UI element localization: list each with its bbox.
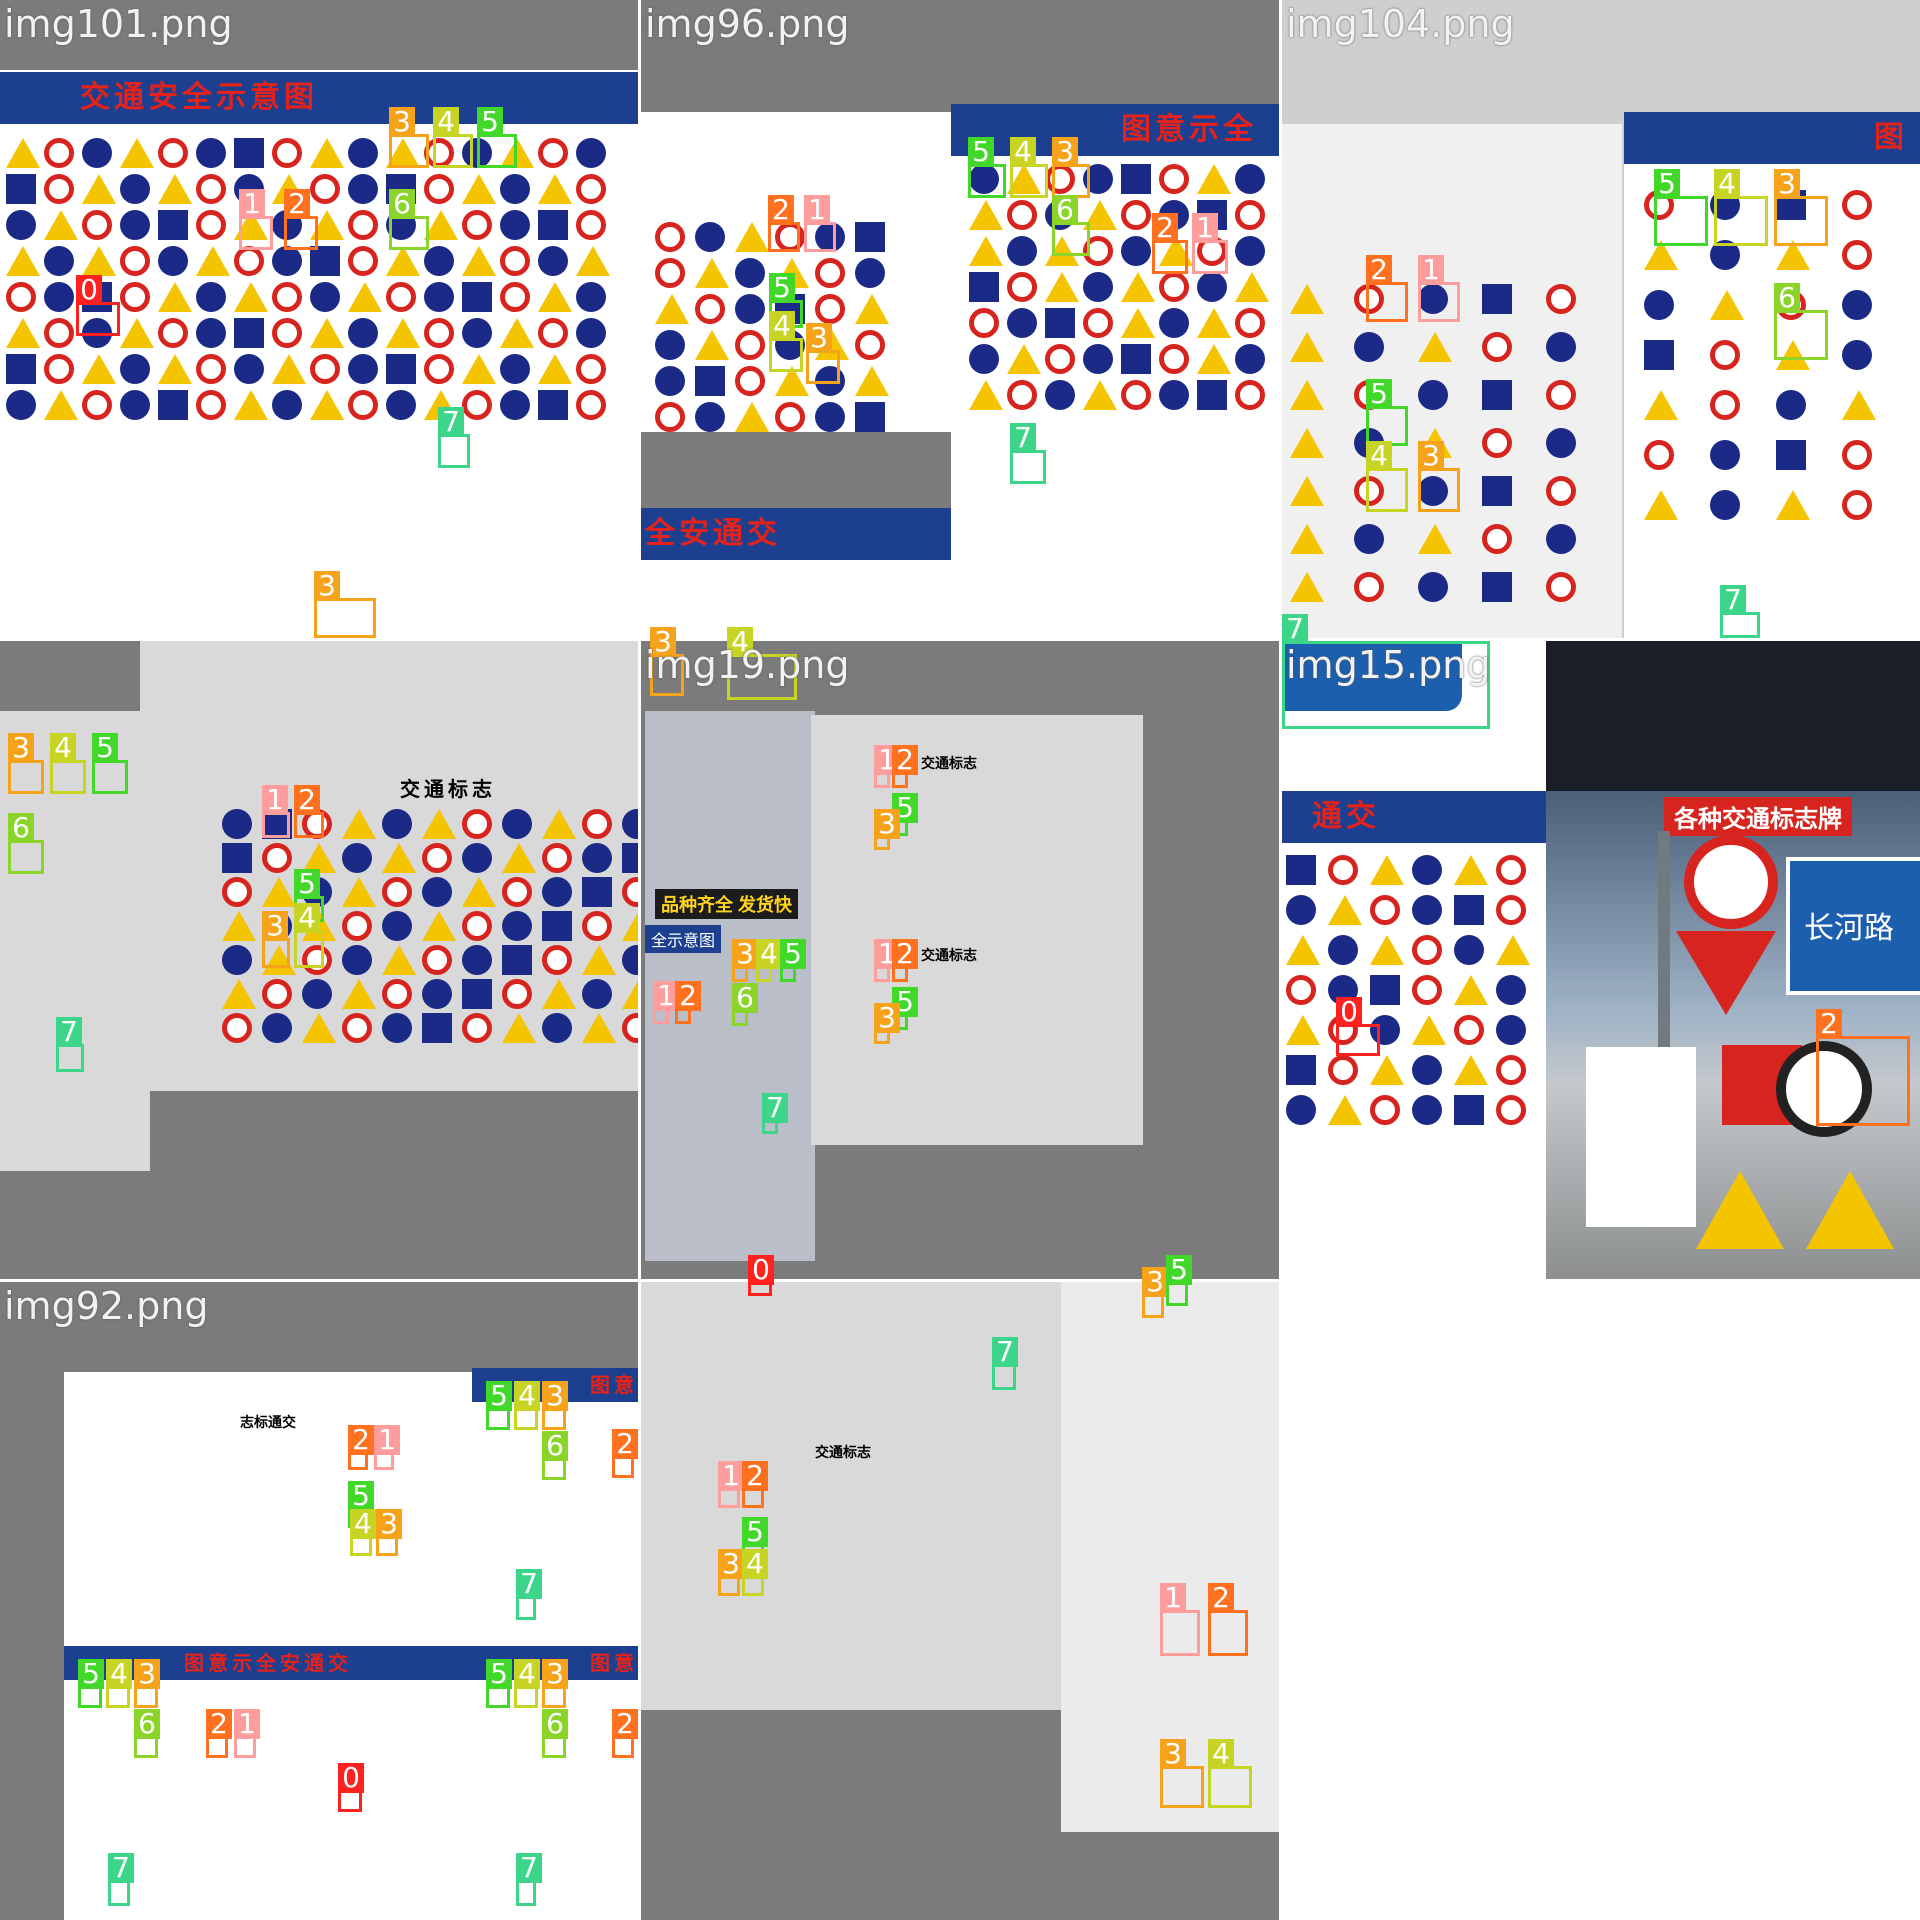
detection-box: 2 bbox=[768, 195, 800, 252]
detection-box: 7 bbox=[516, 1569, 542, 1620]
detection-box: 3 bbox=[389, 107, 429, 168]
detection-box: 4 bbox=[50, 733, 86, 794]
detection-box: 3 bbox=[314, 571, 376, 638]
detection-box: 1 bbox=[804, 195, 836, 252]
detection-box: 4 bbox=[514, 1381, 540, 1430]
detection-box: 6 bbox=[732, 983, 758, 1026]
detection-box: 2 bbox=[612, 1429, 638, 1478]
detection-box: 3 bbox=[262, 911, 290, 968]
detection-box: 3 bbox=[732, 939, 758, 982]
detection-box: 6 bbox=[1052, 195, 1090, 256]
detection-box: 5 bbox=[780, 939, 806, 982]
detection-box: 4 bbox=[294, 903, 324, 968]
detection-box: 6 bbox=[542, 1431, 568, 1480]
detection-box: 5 bbox=[968, 137, 1006, 198]
detection-box: 7 bbox=[1720, 585, 1760, 638]
detection-box: 3 bbox=[1160, 1739, 1204, 1808]
tile-filename: img101.png bbox=[4, 2, 233, 46]
detection-box: 4 bbox=[1714, 169, 1768, 246]
detection-box: 5 bbox=[1654, 169, 1708, 246]
detection-box: 3 bbox=[1418, 441, 1460, 512]
detection-box: 2 bbox=[294, 785, 324, 838]
detection-box: 1 bbox=[374, 1425, 400, 1470]
detection-box: 6 bbox=[8, 813, 44, 874]
detection-box: 2 bbox=[892, 745, 918, 788]
detection-box: 2 bbox=[284, 189, 318, 250]
detection-box: 2 bbox=[1208, 1583, 1248, 1656]
detection-box: 7 bbox=[992, 1337, 1018, 1390]
detection-box: 6 bbox=[1774, 283, 1828, 360]
detection-box: 3 bbox=[542, 1659, 568, 1708]
detection-box: 1 bbox=[874, 745, 900, 788]
detection-box: 0 bbox=[748, 1255, 774, 1296]
detection-box: 5 bbox=[78, 1659, 104, 1708]
detection-box: 7 bbox=[438, 407, 470, 468]
detection-box: 5 bbox=[92, 733, 128, 794]
detection-box: 1 bbox=[1192, 213, 1228, 274]
detection-box: 4 bbox=[742, 1549, 768, 1596]
detection-box: 7 bbox=[108, 1853, 134, 1906]
detection-box: 3 bbox=[806, 323, 840, 384]
detection-box: 4 bbox=[106, 1659, 132, 1708]
detection-box: 3 bbox=[874, 1003, 900, 1044]
detection-overlay: 3 4 5 1 2 6 0 7 3 5 4 3 2 1 6 2 1 5 4 3 … bbox=[0, 0, 1920, 1920]
detection-box: 7 bbox=[516, 1853, 542, 1906]
detection-box: 5 bbox=[1166, 1255, 1192, 1306]
detection-box: 0 bbox=[338, 1763, 364, 1812]
detection-box: 1 bbox=[1160, 1583, 1200, 1656]
detection-box: 2 bbox=[742, 1461, 768, 1508]
detection-box: 2 bbox=[675, 981, 701, 1024]
detection-box: 4 bbox=[769, 311, 803, 372]
detection-box: 4 bbox=[756, 939, 782, 982]
detection-box: 2 bbox=[206, 1709, 232, 1758]
detection-box: 3 bbox=[8, 733, 44, 794]
detection-box: 5 bbox=[477, 107, 517, 168]
detection-box: 4 bbox=[1208, 1739, 1252, 1808]
tile-filename: img104.png bbox=[1286, 2, 1515, 46]
detection-box: 6 bbox=[134, 1709, 160, 1758]
detection-box: 2 bbox=[892, 939, 918, 982]
detection-box: 2 bbox=[1366, 255, 1408, 322]
detection-box: 3 bbox=[376, 1509, 402, 1556]
detection-box: 2 bbox=[1816, 1009, 1910, 1126]
detection-box: 4 bbox=[350, 1509, 376, 1556]
tile-filename: img92.png bbox=[4, 1284, 209, 1328]
detection-box: 3 bbox=[874, 809, 900, 850]
detection-box: 7 bbox=[762, 1093, 788, 1134]
detection-box: 3 bbox=[542, 1381, 568, 1430]
detection-box: 1 bbox=[234, 1709, 260, 1758]
detection-box: 1 bbox=[718, 1461, 744, 1508]
detection-box: 0 bbox=[76, 275, 120, 336]
tile-filename: img96.png bbox=[645, 2, 850, 46]
detection-box: 1 bbox=[239, 189, 273, 250]
detection-box: 1 bbox=[1418, 255, 1460, 322]
detection-box: 3 bbox=[718, 1549, 744, 1596]
detection-box: 3 bbox=[134, 1659, 160, 1708]
tile-filename: img15.png bbox=[1286, 643, 1491, 687]
detection-box: 1 bbox=[874, 939, 900, 982]
detection-box: 7 bbox=[56, 1017, 84, 1072]
detection-box: 4 bbox=[514, 1659, 540, 1708]
detection-box: 6 bbox=[389, 189, 429, 250]
detection-box: 7 bbox=[1010, 423, 1046, 484]
tile-filename: img19.png bbox=[645, 643, 850, 687]
detection-box: 3 bbox=[1774, 169, 1828, 246]
detection-box: 1 bbox=[653, 981, 679, 1024]
detection-box: 2 bbox=[348, 1425, 374, 1470]
detection-box: 4 bbox=[1366, 441, 1408, 512]
detection-box: 2 bbox=[1152, 213, 1188, 274]
detection-box: 1 bbox=[262, 785, 290, 838]
detection-box: 3 bbox=[1142, 1267, 1168, 1318]
detection-box: 5 bbox=[486, 1659, 512, 1708]
detection-box: 4 bbox=[1010, 137, 1048, 198]
detection-box: 0 bbox=[1336, 997, 1380, 1056]
detection-box: 6 bbox=[542, 1709, 568, 1758]
detection-box: 4 bbox=[433, 107, 473, 168]
detection-box: 2 bbox=[612, 1709, 638, 1758]
detection-box: 5 bbox=[486, 1381, 512, 1430]
